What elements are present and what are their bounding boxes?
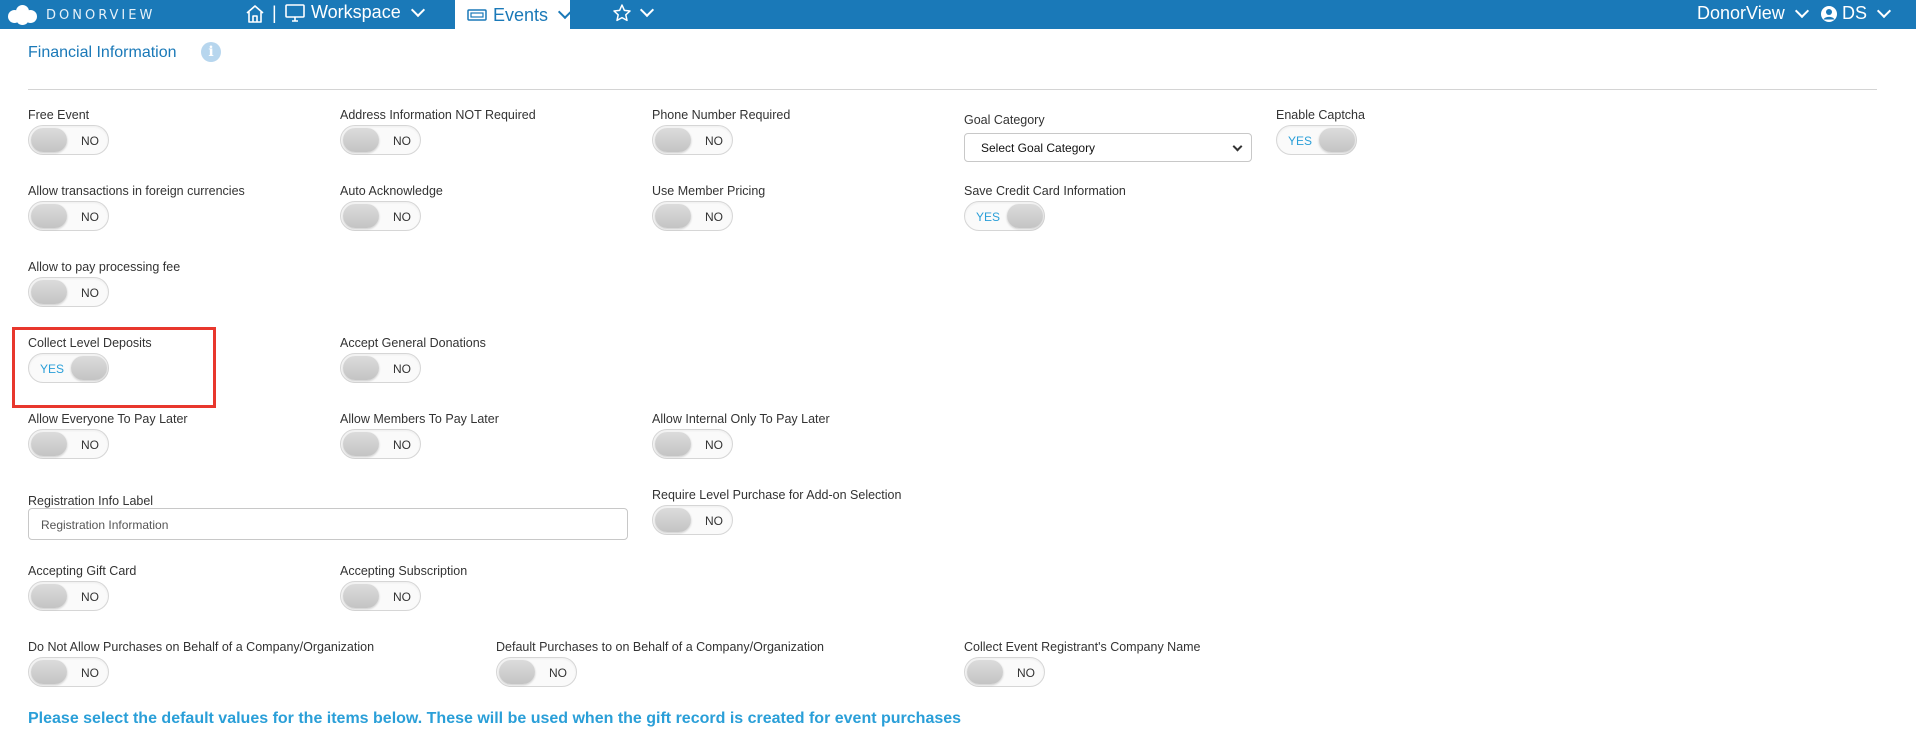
- monitor-icon: [285, 3, 305, 22]
- auto-acknowledge-toggle[interactable]: NO: [340, 201, 421, 231]
- chevron-down-icon: [1794, 3, 1809, 18]
- enable-captcha-toggle[interactable]: YES: [1276, 125, 1357, 155]
- no-purchases-behalf-label: Do Not Allow Purchases on Behalf of a Co…: [28, 640, 375, 654]
- phone-required-label: Phone Number Required: [652, 108, 791, 122]
- info-icon[interactable]: i: [201, 42, 221, 62]
- everyone-pay-later-label: Allow Everyone To Pay Later: [28, 412, 188, 426]
- free-event-label: Free Event: [28, 108, 90, 122]
- members-pay-later-field: Allow Members To Pay Later NO: [340, 412, 499, 459]
- logo-text: DONORVIEW: [46, 7, 156, 23]
- member-pricing-label: Use Member Pricing: [652, 184, 766, 198]
- registration-info-label-label: Registration Info Label: [28, 494, 154, 508]
- address-not-required-field: Address Information NOT Required NO: [340, 108, 536, 155]
- workspace-label: Workspace: [311, 2, 401, 22]
- auto-acknowledge-label: Auto Acknowledge: [340, 184, 443, 198]
- phone-required-field: Phone Number Required NO: [652, 108, 791, 155]
- require-level-purchase-toggle[interactable]: NO: [652, 505, 733, 535]
- address-not-required-toggle[interactable]: NO: [340, 125, 421, 155]
- no-purchases-behalf-toggle[interactable]: NO: [28, 657, 109, 687]
- auto-acknowledge-field: Auto Acknowledge NO: [340, 184, 443, 231]
- accepting-gift-card-label: Accepting Gift Card: [28, 564, 137, 578]
- free-event-field: Free Event NO: [28, 108, 109, 155]
- default-purchases-behalf-field: Default Purchases to on Behalf of a Comp…: [496, 640, 824, 687]
- default-purchases-behalf-label: Default Purchases to on Behalf of a Comp…: [496, 640, 824, 654]
- accept-general-donations-toggle[interactable]: NO: [340, 353, 421, 383]
- accepting-subscription-field: Accepting Subscription NO: [340, 564, 468, 611]
- goal-category-label: Goal Category: [964, 113, 1045, 127]
- collect-company-name-field: Collect Event Registrant's Company Name …: [964, 640, 1201, 687]
- enable-captcha-label: Enable Captcha: [1276, 108, 1365, 122]
- accept-general-donations-label: Accept General Donations: [340, 336, 486, 350]
- registration-info-label-field: Registration Info Label Registration Inf…: [28, 494, 628, 540]
- internal-pay-later-label: Allow Internal Only To Pay Later: [652, 412, 830, 426]
- chevron-down-icon: [1876, 3, 1892, 18]
- accept-general-donations-field: Accept General Donations NO: [340, 336, 486, 383]
- logo-mark-icon: [8, 5, 40, 25]
- member-pricing-field: Use Member Pricing NO: [652, 184, 766, 231]
- foreign-currencies-toggle[interactable]: NO: [28, 201, 109, 231]
- goal-category-select[interactable]: Select Goal Category: [964, 133, 1252, 162]
- phone-required-toggle[interactable]: NO: [652, 125, 733, 155]
- accepting-subscription-label: Accepting Subscription: [340, 564, 468, 578]
- goal-category-field: Goal Category Select Goal Category: [964, 113, 1252, 162]
- user-initials: DS: [1842, 3, 1868, 23]
- require-level-purchase-label: Require Level Purchase for Add-on Select…: [652, 488, 902, 502]
- registration-info-label-input[interactable]: Registration Information: [28, 508, 628, 540]
- everyone-pay-later-toggle[interactable]: NO: [28, 429, 109, 459]
- processing-fee-toggle[interactable]: NO: [28, 277, 109, 307]
- free-event-toggle[interactable]: NO: [28, 125, 109, 155]
- no-purchases-behalf-field: Do Not Allow Purchases on Behalf of a Co…: [28, 640, 375, 687]
- internal-pay-later-toggle[interactable]: NO: [652, 429, 733, 459]
- organization-menu[interactable]: DonorView: [1697, 3, 1809, 24]
- collect-company-name-label: Collect Event Registrant's Company Name: [964, 640, 1201, 654]
- chevron-down-icon: [1232, 141, 1243, 152]
- save-credit-card-field: Save Credit Card Information YES: [964, 184, 1126, 231]
- accepting-gift-card-toggle[interactable]: NO: [28, 581, 109, 611]
- top-navigation-bar: DONORVIEW | Workspace Events DonorView D…: [0, 0, 1916, 30]
- address-not-required-label: Address Information NOT Required: [340, 108, 536, 122]
- events-label: Events: [492, 4, 549, 25]
- accepting-gift-card-field: Accepting Gift Card NO: [28, 564, 137, 611]
- save-credit-card-toggle[interactable]: YES: [964, 201, 1045, 231]
- members-pay-later-label: Allow Members To Pay Later: [340, 412, 499, 426]
- user-menu[interactable]: DS: [1820, 3, 1892, 24]
- foreign-currencies-field: Allow transactions in foreign currencies…: [28, 184, 245, 231]
- highlight-box: [12, 327, 216, 408]
- ticket-icon: [467, 9, 487, 21]
- events-menu[interactable]: Events: [455, 0, 573, 30]
- internal-pay-later-field: Allow Internal Only To Pay Later NO: [652, 412, 830, 459]
- organization-label: DonorView: [1697, 3, 1785, 23]
- default-values-note: Please select the default values for the…: [28, 710, 962, 727]
- section-title: Financial Information: [28, 44, 177, 61]
- user-icon: [1821, 5, 1837, 22]
- workspace-menu[interactable]: Workspace: [285, 2, 425, 23]
- chevron-down-icon: [410, 2, 425, 17]
- donorview-logo[interactable]: DONORVIEW: [8, 5, 155, 25]
- accepting-subscription-toggle[interactable]: NO: [340, 581, 421, 611]
- default-purchases-behalf-toggle[interactable]: NO: [496, 657, 577, 687]
- collect-company-name-toggle[interactable]: NO: [964, 657, 1045, 687]
- members-pay-later-toggle[interactable]: NO: [340, 429, 421, 459]
- chevron-down-icon: [639, 2, 655, 18]
- everyone-pay-later-field: Allow Everyone To Pay Later NO: [28, 412, 188, 459]
- foreign-currencies-label: Allow transactions in foreign currencies: [28, 184, 245, 198]
- enable-captcha-field: Enable Captcha YES: [1276, 108, 1365, 155]
- processing-fee-label: Allow to pay processing fee: [28, 260, 181, 274]
- chevron-down-icon: [557, 4, 573, 20]
- favorites-menu[interactable]: [612, 2, 655, 23]
- processing-fee-field: Allow to pay processing fee NO: [28, 260, 181, 307]
- star-icon: [613, 4, 631, 22]
- section-divider: [28, 89, 1877, 90]
- save-credit-card-label: Save Credit Card Information: [964, 184, 1126, 198]
- member-pricing-toggle[interactable]: NO: [652, 201, 733, 231]
- require-level-purchase-field: Require Level Purchase for Add-on Select…: [652, 488, 902, 535]
- nav-separator: |: [272, 3, 277, 23]
- home-icon[interactable]: [244, 4, 266, 24]
